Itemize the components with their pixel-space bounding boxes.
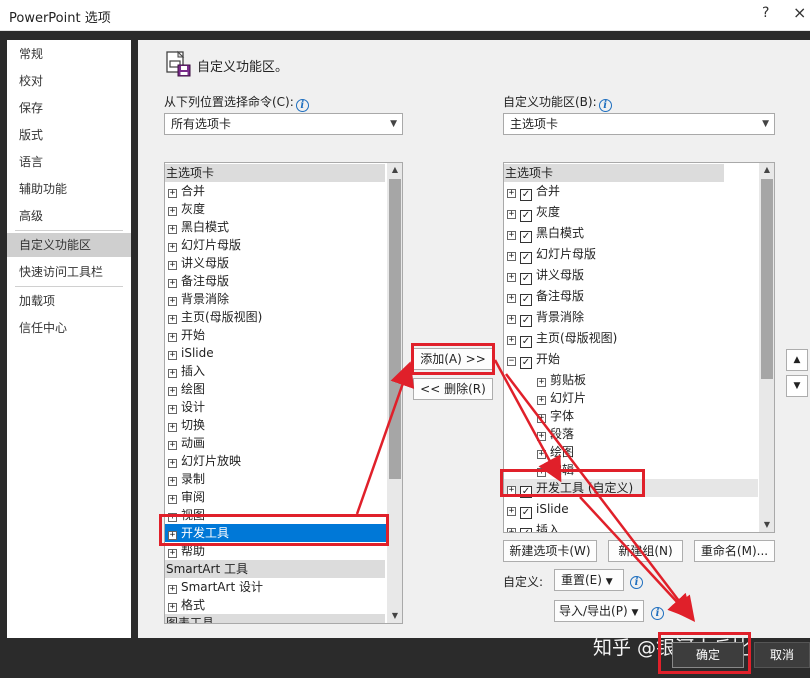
annotation-arrows (355, 359, 696, 622)
